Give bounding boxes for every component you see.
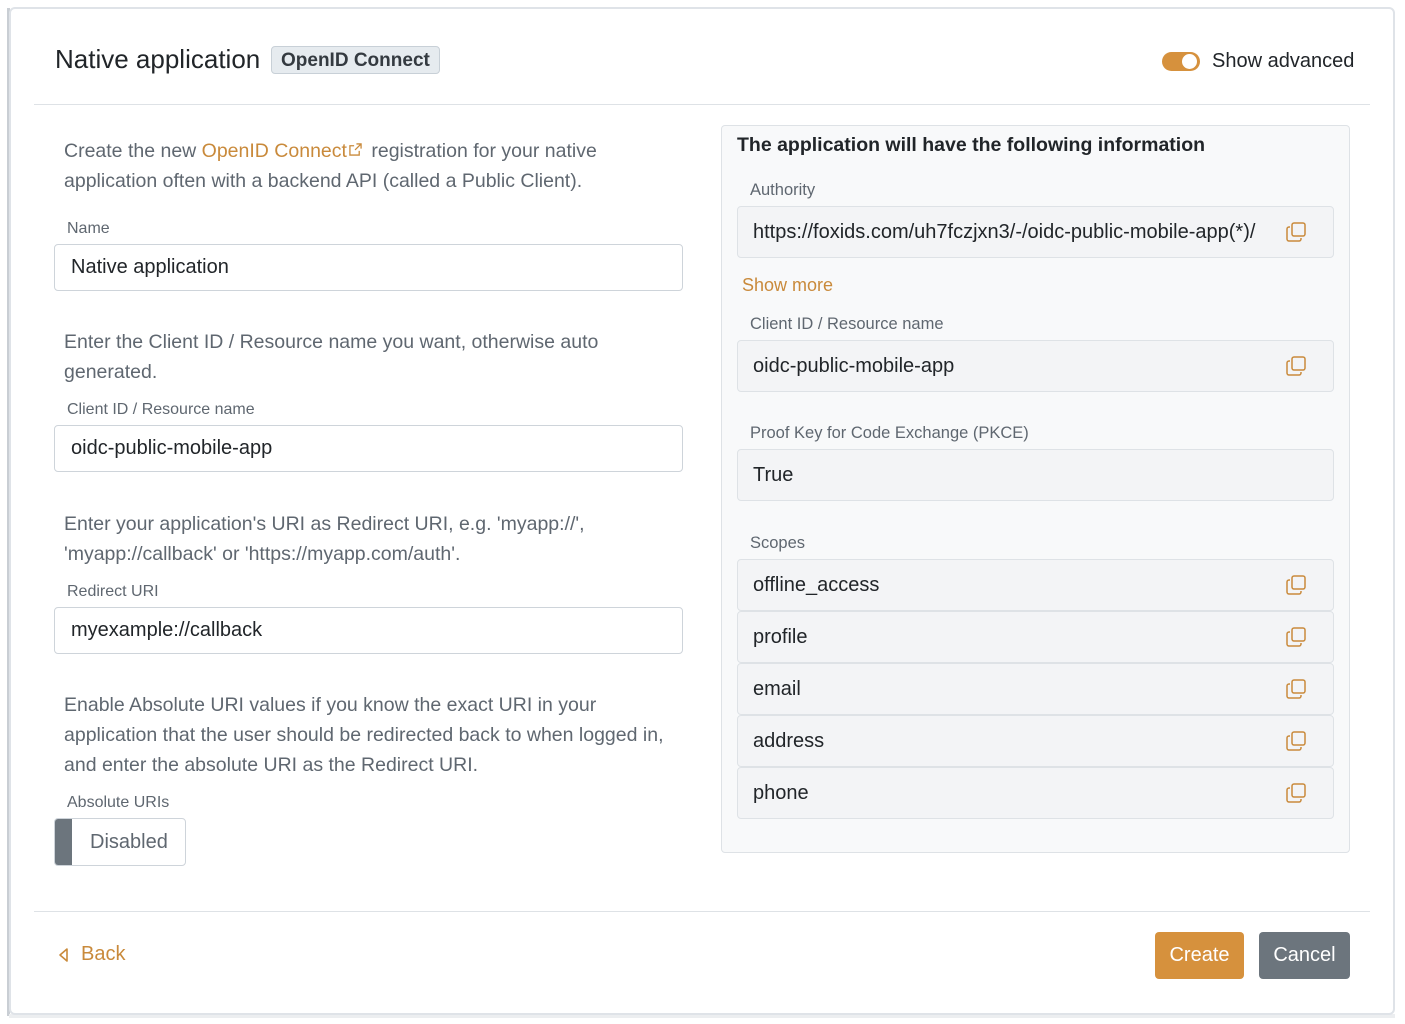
scope-item: offline_access [737, 559, 1334, 611]
authority-field: https://foxids.com/uh7fczjxn3/-/oidc-pub… [737, 206, 1334, 258]
toggle-indicator [55, 819, 72, 865]
redirect-uri-input[interactable]: myexample://callback [54, 607, 683, 654]
pkce-label: Proof Key for Code Exchange (PKCE) [750, 424, 1029, 442]
redirect-help: Enter your application's URI as Redirect… [64, 513, 585, 565]
external-link-icon [349, 143, 362, 156]
intro-text: Create the new OpenID Connect registrati… [64, 136, 674, 196]
scope-item: address [737, 715, 1334, 767]
absolute-uris-value: Disabled [90, 831, 168, 853]
scope-item: email [737, 663, 1334, 715]
client-id-label: Client ID / Resource name [67, 401, 255, 418]
footer-divider [34, 911, 1370, 912]
client-id-help: Enter the Client ID / Resource name you … [64, 331, 599, 383]
copy-icon[interactable] [1285, 678, 1307, 700]
intro-prefix: Create the new [64, 140, 202, 162]
scope-item: phone [737, 767, 1334, 819]
create-button[interactable]: Create [1155, 932, 1244, 979]
authority-label: Authority [750, 181, 816, 199]
copy-icon[interactable] [1285, 626, 1307, 648]
toggle-switch[interactable] [1162, 52, 1200, 71]
back-label: Back [81, 943, 126, 965]
panel-client-id-field: oidc-public-mobile-app [737, 340, 1334, 392]
page-title: Native application [55, 44, 261, 74]
show-more-link[interactable]: Show more [742, 275, 833, 296]
cancel-button[interactable]: Cancel [1259, 932, 1350, 979]
copy-icon[interactable] [1285, 221, 1307, 243]
protocol-badge: OpenID Connect [271, 46, 440, 74]
chevron-left-icon [59, 947, 68, 962]
panel-client-id-label: Client ID / Resource name [750, 315, 944, 333]
show-advanced-toggle[interactable]: Show advanced [1162, 50, 1354, 73]
copy-icon[interactable] [1285, 355, 1307, 377]
name-label: Name [67, 220, 110, 237]
redirect-uri-label: Redirect URI [67, 583, 159, 600]
show-advanced-label: Show advanced [1212, 50, 1355, 72]
name-input[interactable]: Native application [54, 244, 683, 291]
copy-icon[interactable] [1285, 782, 1307, 804]
openid-connect-link[interactable]: OpenID Connect [202, 140, 347, 162]
scope-item: profile [737, 611, 1334, 663]
absolute-uris-label: Absolute URIs [67, 794, 170, 811]
info-panel-title: The application will have the following … [737, 134, 1206, 156]
pkce-field: True [737, 449, 1334, 501]
back-link[interactable]: Back [57, 943, 125, 966]
header-divider [34, 104, 1370, 105]
scopes-label: Scopes [750, 534, 806, 552]
copy-icon[interactable] [1285, 574, 1307, 596]
toggle-knob [1182, 54, 1197, 69]
absolute-uris-toggle[interactable]: Disabled [54, 818, 186, 866]
copy-icon[interactable] [1285, 730, 1307, 752]
absolute-uri-help: Enable Absolute URI values if you know t… [64, 694, 664, 776]
client-id-input[interactable]: oidc-public-mobile-app [54, 425, 683, 472]
